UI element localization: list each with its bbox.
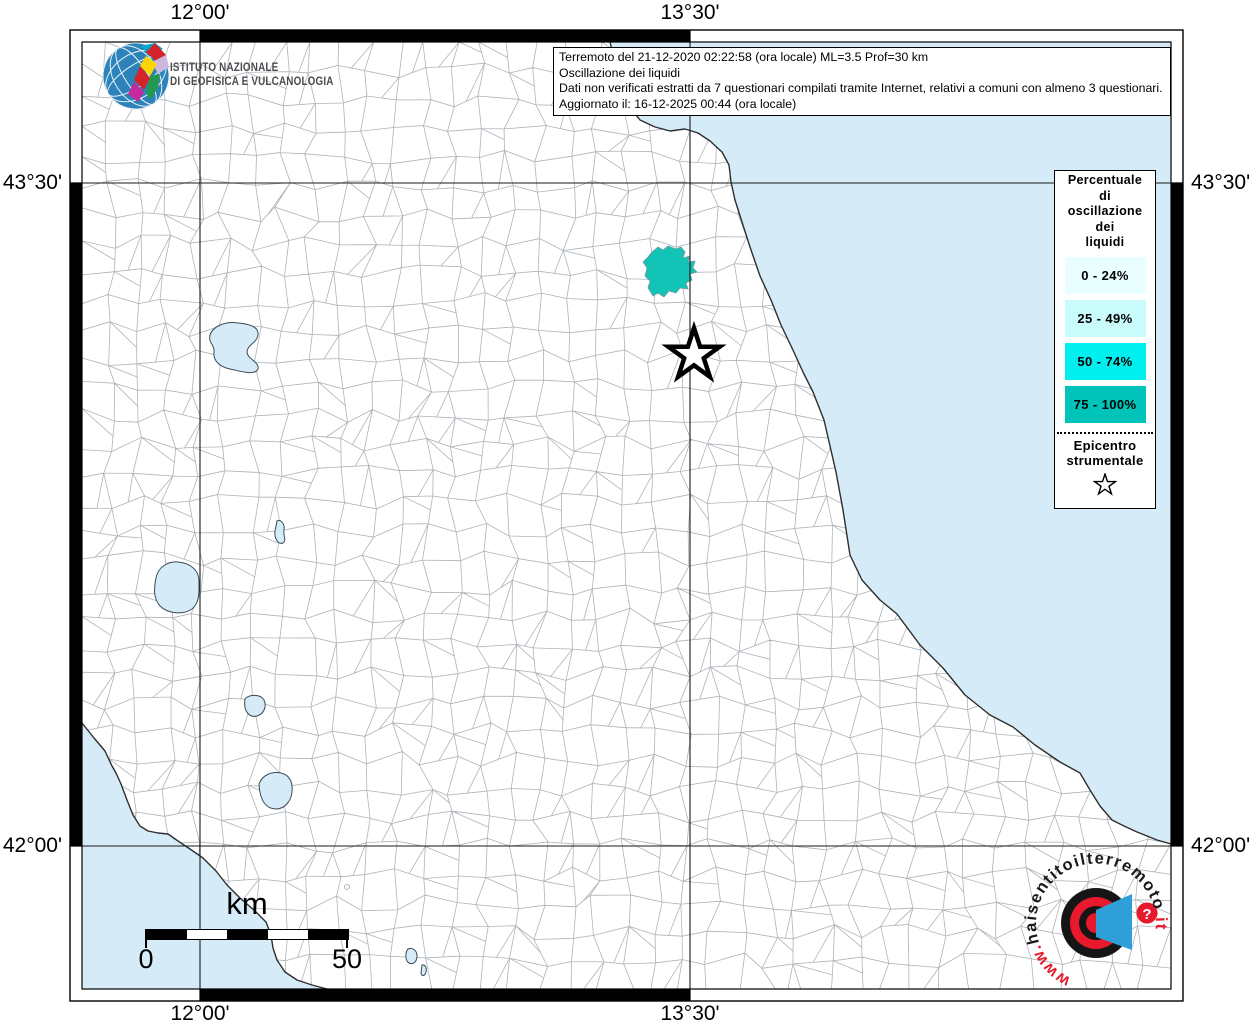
scale-bar — [146, 929, 349, 940]
scale-bar-end-label: 50 — [331, 944, 363, 974]
legend-divider — [1057, 431, 1153, 434]
legend-star-icon — [1092, 471, 1118, 496]
lat-label-right-south: 42°00' — [1191, 834, 1251, 857]
info-line-updated: Aggiornato il: 16-12-2025 00:44 (ora loc… — [559, 97, 797, 112]
earthquake-info-box: Terremoto del 21-12-2020 02:22:58 (ora l… — [553, 47, 1171, 116]
legend-title: Percentuale di oscillazione dei liquidi — [1067, 173, 1143, 249]
lat-label-left-north: 43°30' — [2, 171, 62, 194]
lon-label-bottom-west: 12°00' — [170, 1002, 230, 1024]
lat-label-right-north: 43°30' — [1191, 171, 1251, 194]
legend-bin-0-24: 0 - 24% — [1064, 256, 1146, 294]
lat-label-left-south: 42°00' — [2, 834, 62, 857]
info-line-event: Terremoto del 21-12-2020 02:22:58 (ora l… — [559, 50, 929, 64]
legend-bin-50-74: 50 - 74% — [1064, 342, 1146, 380]
lon-label-bottom-east: 13°30' — [660, 1002, 720, 1024]
scale-bar-unit: km — [226, 886, 268, 921]
lon-label-top-east: 13°30' — [660, 1, 720, 24]
legend: Percentuale di oscillazione dei liquidi … — [1054, 170, 1156, 509]
legend-bin-75-100: 75 - 100% — [1064, 385, 1146, 423]
ingv-wordmark-line2: DI GEOFISICA E VULCANOLOGIA — [170, 75, 334, 88]
felt-report-map-page: ? www.haisentitoilterremoto .it 12°00' 13… — [0, 0, 1256, 1024]
ingv-wordmark: ISTITUTO NAZIONALE DI GEOFISICA E VULCAN… — [170, 62, 334, 89]
legend-bin-25-49: 25 - 49% — [1064, 299, 1146, 337]
legend-epicenter-label: Epicentro strumentale — [1066, 437, 1144, 469]
map-canvas: ? www.haisentitoilterremoto .it — [69, 29, 1184, 1002]
lon-label-top-west: 12°00' — [170, 1, 230, 24]
scale-bar-start-label: 0 — [138, 944, 154, 974]
info-line-source: Dati non verificati estratti da 7 questi… — [559, 81, 1163, 96]
ingv-wordmark-line1: ISTITUTO NAZIONALE — [170, 62, 279, 74]
info-line-map-type: Oscillazione dei liquidi — [559, 65, 680, 80]
